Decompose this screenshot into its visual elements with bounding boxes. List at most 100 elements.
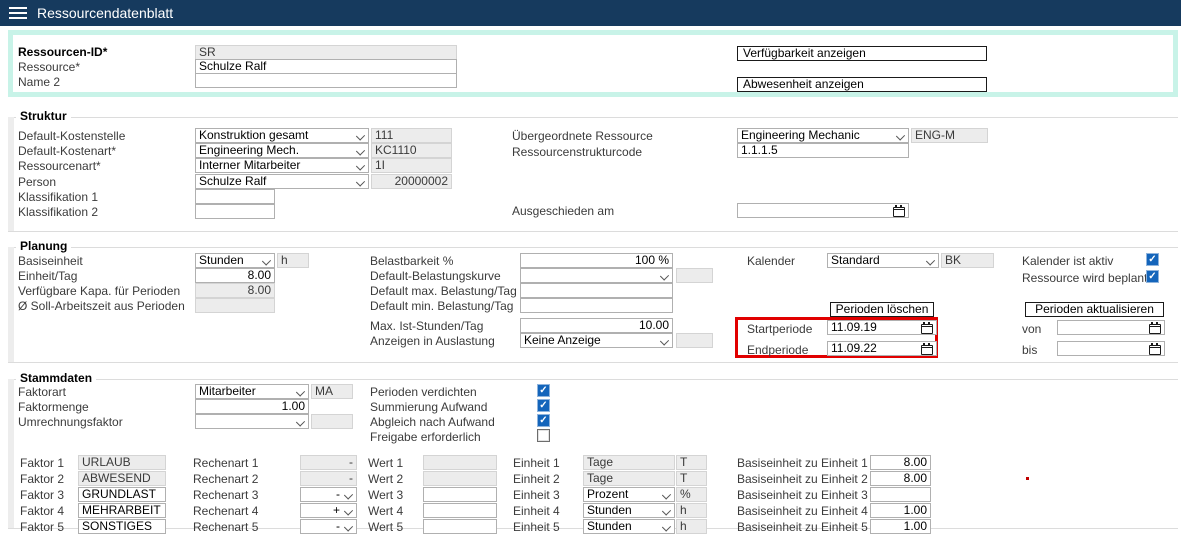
- faktormenge-field[interactable]: 1.00: [195, 399, 309, 414]
- abwesenheit-anzeigen-button[interactable]: Abwesenheit anzeigen: [737, 77, 987, 92]
- label-soll-arbeitszeit: Ø Soll-Arbeitszeit aus Perioden: [18, 300, 185, 313]
- chevron-down-icon: [896, 131, 905, 140]
- label-anzeigen-auslastung: Anzeigen in Auslastung: [370, 335, 495, 348]
- bis-date-field[interactable]: [1057, 341, 1165, 356]
- label-kalender: Kalender: [747, 255, 795, 268]
- summierung-aufwand-checkbox[interactable]: [537, 399, 550, 412]
- person-select[interactable]: Schulze Ralf: [195, 174, 369, 189]
- label-basiseinheit: Basiseinheit: [18, 255, 83, 268]
- kostenstelle-code-field: 111: [371, 128, 452, 143]
- red-marker-dot: [1026, 477, 1029, 480]
- ressource-field[interactable]: Schulze Ralf: [195, 59, 457, 74]
- wert3-field[interactable]: [423, 487, 497, 502]
- label-wert5: Wert 5: [368, 521, 403, 534]
- ressource-wird-beplant-checkbox[interactable]: [1146, 270, 1159, 283]
- belastungskurve-select[interactable]: [520, 268, 673, 283]
- kalender-ist-aktiv-checkbox[interactable]: [1146, 253, 1159, 266]
- wert5-field[interactable]: [423, 519, 497, 534]
- basis2-field[interactable]: 8.00: [870, 471, 931, 486]
- basis1-field[interactable]: 8.00: [870, 455, 931, 470]
- chevron-down-icon: [356, 131, 365, 140]
- einheit4-select[interactable]: Stunden: [583, 503, 675, 518]
- umrechnungsfaktor-select[interactable]: [195, 414, 309, 429]
- startperiode-date-field[interactable]: 11.09.19: [827, 320, 937, 335]
- label-klassifikation2: Klassifikation 2: [18, 206, 98, 219]
- perioden-aktualisieren-button[interactable]: Perioden aktualisieren: [1025, 302, 1164, 317]
- label-belastbarkeit: Belastbarkeit %: [370, 255, 453, 268]
- belastungskurve-code-field: [676, 268, 713, 283]
- name2-field[interactable]: [195, 73, 457, 88]
- einheit5-select[interactable]: Stunden: [583, 519, 675, 534]
- label-rechenart5: Rechenart 5: [193, 521, 258, 534]
- faktor5-field[interactable]: SONSTIGES: [78, 519, 166, 534]
- anzeigen-auslastung-select[interactable]: Keine Anzeige: [520, 333, 673, 348]
- ressourcenstrukturcode-field[interactable]: 1.1.1.5: [737, 143, 909, 158]
- faktor2-field: ABWESEND: [78, 471, 166, 486]
- basis4-field[interactable]: 1.00: [870, 503, 931, 518]
- basis3-field[interactable]: [870, 487, 931, 502]
- label-basis2: Basiseinheit zu Einheit 2: [737, 473, 868, 486]
- ausgeschieden-am-date-field[interactable]: [737, 203, 909, 218]
- rechenart3-select[interactable]: -: [300, 487, 357, 502]
- klassifikation2-field[interactable]: [195, 204, 275, 219]
- kalender-select[interactable]: Standard: [827, 253, 939, 268]
- faktorart-select[interactable]: Mitarbeiter: [195, 384, 309, 399]
- label-ressource: Ressource*: [18, 61, 80, 74]
- chevron-down-icon: [356, 146, 365, 155]
- faktor3-field[interactable]: GRUNDLAST: [78, 487, 166, 502]
- label-ausgeschieden-am: Ausgeschieden am: [512, 205, 614, 218]
- klassifikation1-field[interactable]: [195, 189, 275, 204]
- label-ressourcenstrukturcode: Ressourcenstrukturcode: [512, 146, 642, 159]
- label-einheit1: Einheit 1: [513, 457, 560, 470]
- faktor4-field[interactable]: MEHRARBEIT: [78, 503, 166, 518]
- belastbarkeit-field[interactable]: 100 %: [520, 253, 673, 268]
- abgleich-nach-aufwand-checkbox[interactable]: [537, 414, 550, 427]
- default-kostenstelle-select[interactable]: Konstruktion gesamt: [195, 128, 369, 143]
- rechenart5-select[interactable]: -: [300, 519, 357, 534]
- chevron-down-icon: [344, 490, 353, 499]
- hamburger-menu-icon[interactable]: [9, 7, 27, 19]
- max-ist-stunden-field[interactable]: 10.00: [520, 318, 673, 333]
- umrechnungsfaktor-code-field: [311, 414, 353, 429]
- wert4-field[interactable]: [423, 503, 497, 518]
- calendar-icon[interactable]: [1149, 324, 1161, 334]
- label-person: Person: [18, 176, 56, 189]
- min-belastung-field[interactable]: [520, 298, 673, 313]
- label-wert1: Wert 1: [368, 457, 403, 470]
- uebergeordnete-ressource-code-field: ENG-M: [911, 128, 988, 143]
- calendar-icon[interactable]: [893, 207, 905, 217]
- label-rechenart1: Rechenart 1: [193, 457, 258, 470]
- basis5-field[interactable]: 1.00: [870, 519, 931, 534]
- faktorart-code-field: MA: [311, 384, 353, 399]
- basiseinheit-select[interactable]: Stunden: [195, 253, 275, 268]
- ressourcenart-select[interactable]: Interner Mitarbeiter: [195, 158, 369, 173]
- endperiode-date-field[interactable]: 11.09.22: [827, 341, 937, 356]
- label-einheit3: Einheit 3: [513, 489, 560, 502]
- soll-arbeitszeit-field: [195, 298, 275, 313]
- label-faktormenge: Faktormenge: [18, 401, 89, 414]
- label-wert3: Wert 3: [368, 489, 403, 502]
- verfuegbarkeit-anzeigen-button[interactable]: Verfügbarkeit anzeigen: [737, 46, 987, 61]
- section-planung: Planung: [16, 240, 71, 253]
- default-kostenart-select[interactable]: Engineering Mech.: [195, 143, 369, 158]
- uebergeordnete-ressource-select[interactable]: Engineering Mechanic: [737, 128, 909, 143]
- perioden-verdichten-checkbox[interactable]: [537, 384, 550, 397]
- page-title: Ressourcendatenblatt: [37, 5, 173, 21]
- calendar-icon[interactable]: [1149, 345, 1161, 355]
- einheit3-select[interactable]: Prozent: [583, 487, 675, 502]
- einheit-tag-field[interactable]: 8.00: [195, 268, 275, 283]
- calendar-icon[interactable]: [921, 324, 933, 334]
- label-basis4: Basiseinheit zu Einheit 4: [737, 505, 868, 518]
- chevron-down-icon: [662, 490, 671, 499]
- von-date-field[interactable]: [1057, 320, 1165, 335]
- label-uebergeordnete-ressource: Übergeordnete Ressource: [512, 130, 653, 143]
- max-belastung-field[interactable]: [520, 283, 673, 298]
- label-startperiode: Startperiode: [747, 323, 812, 336]
- label-faktor5: Faktor 5: [20, 521, 64, 534]
- calendar-icon[interactable]: [921, 345, 933, 355]
- perioden-loeschen-button[interactable]: Perioden löschen: [830, 302, 934, 317]
- label-endperiode: Endperiode: [747, 344, 808, 357]
- freigabe-erforderlich-checkbox[interactable]: [537, 429, 550, 442]
- resource-datasheet-page: Ressourcendatenblatt Ressourcen-ID* SR R…: [0, 0, 1181, 546]
- rechenart4-select[interactable]: +: [300, 503, 357, 518]
